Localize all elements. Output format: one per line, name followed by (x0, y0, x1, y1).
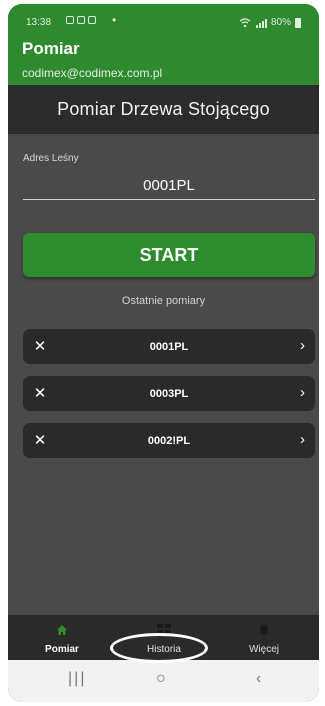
recent-item-code: 0001PL (149, 340, 189, 353)
notification-icons (66, 16, 96, 24)
nav-label: Pomiar (45, 644, 79, 655)
chevron-right-icon[interactable]: › (300, 384, 305, 401)
recent-apps-icon[interactable]: ||| (68, 670, 86, 688)
recent-item[interactable]: ✕ 0003PL › (23, 376, 315, 411)
notification-icon (88, 16, 96, 24)
status-dot: • (112, 13, 117, 27)
close-icon[interactable]: ✕ (31, 384, 49, 402)
close-icon[interactable]: ✕ (31, 431, 49, 449)
system-nav-bar: ||| ○ ‹ (8, 660, 319, 702)
account-email: codimex@codimex.com.pl (22, 66, 163, 80)
nav-item-pomiar[interactable]: Pomiar (12, 615, 112, 660)
home-button-icon[interactable]: ○ (156, 670, 166, 688)
nav-label: Więcej (248, 644, 279, 655)
address-input[interactable] (23, 172, 315, 200)
home-icon (57, 625, 67, 635)
nav-item-wiecej[interactable]: Więcej (214, 615, 314, 660)
page-title: Pomiar Drzewa Stojącego (57, 99, 270, 119)
app-title: Pomiar (22, 39, 80, 58)
notification-icon (66, 16, 74, 24)
battery-icon (295, 17, 301, 28)
close-icon[interactable]: ✕ (31, 337, 49, 355)
battery-percent: 80% (270, 17, 291, 28)
start-button[interactable]: START (23, 233, 315, 277)
page-title-band: Pomiar Drzewa Stojącego (8, 85, 319, 134)
chevron-right-icon[interactable]: › (300, 337, 305, 354)
recent-list: ✕ 0001PL › ✕ 0003PL › ✕ 0002!PL › (23, 329, 315, 470)
recent-item-code: 0003PL (149, 387, 189, 400)
bell-icon (259, 625, 269, 636)
app-header: 13:38 • 80% Pomiar codimex@codimex.com.p… (8, 4, 319, 85)
status-bar: 13:38 • 80% (8, 4, 319, 38)
recent-item[interactable]: ✕ 0001PL › (23, 329, 315, 364)
notification-icon (77, 16, 85, 24)
highlight-ellipse (110, 633, 208, 663)
status-right: 80% (239, 17, 301, 28)
phone-screen: 13:38 • 80% Pomiar codimex@codimex.com.p… (8, 4, 319, 702)
recent-item[interactable]: ✕ 0002!PL › (23, 423, 315, 458)
recent-item-code: 0002!PL (147, 434, 191, 447)
recent-heading: Ostatnie pomiary (121, 295, 206, 307)
back-icon[interactable]: ‹ (256, 670, 261, 688)
address-label: Adres Leśny (23, 153, 79, 164)
wifi-icon (239, 17, 251, 27)
chevron-right-icon[interactable]: › (300, 431, 305, 448)
signal-icon (255, 18, 267, 28)
status-time: 13:38 (26, 17, 52, 28)
